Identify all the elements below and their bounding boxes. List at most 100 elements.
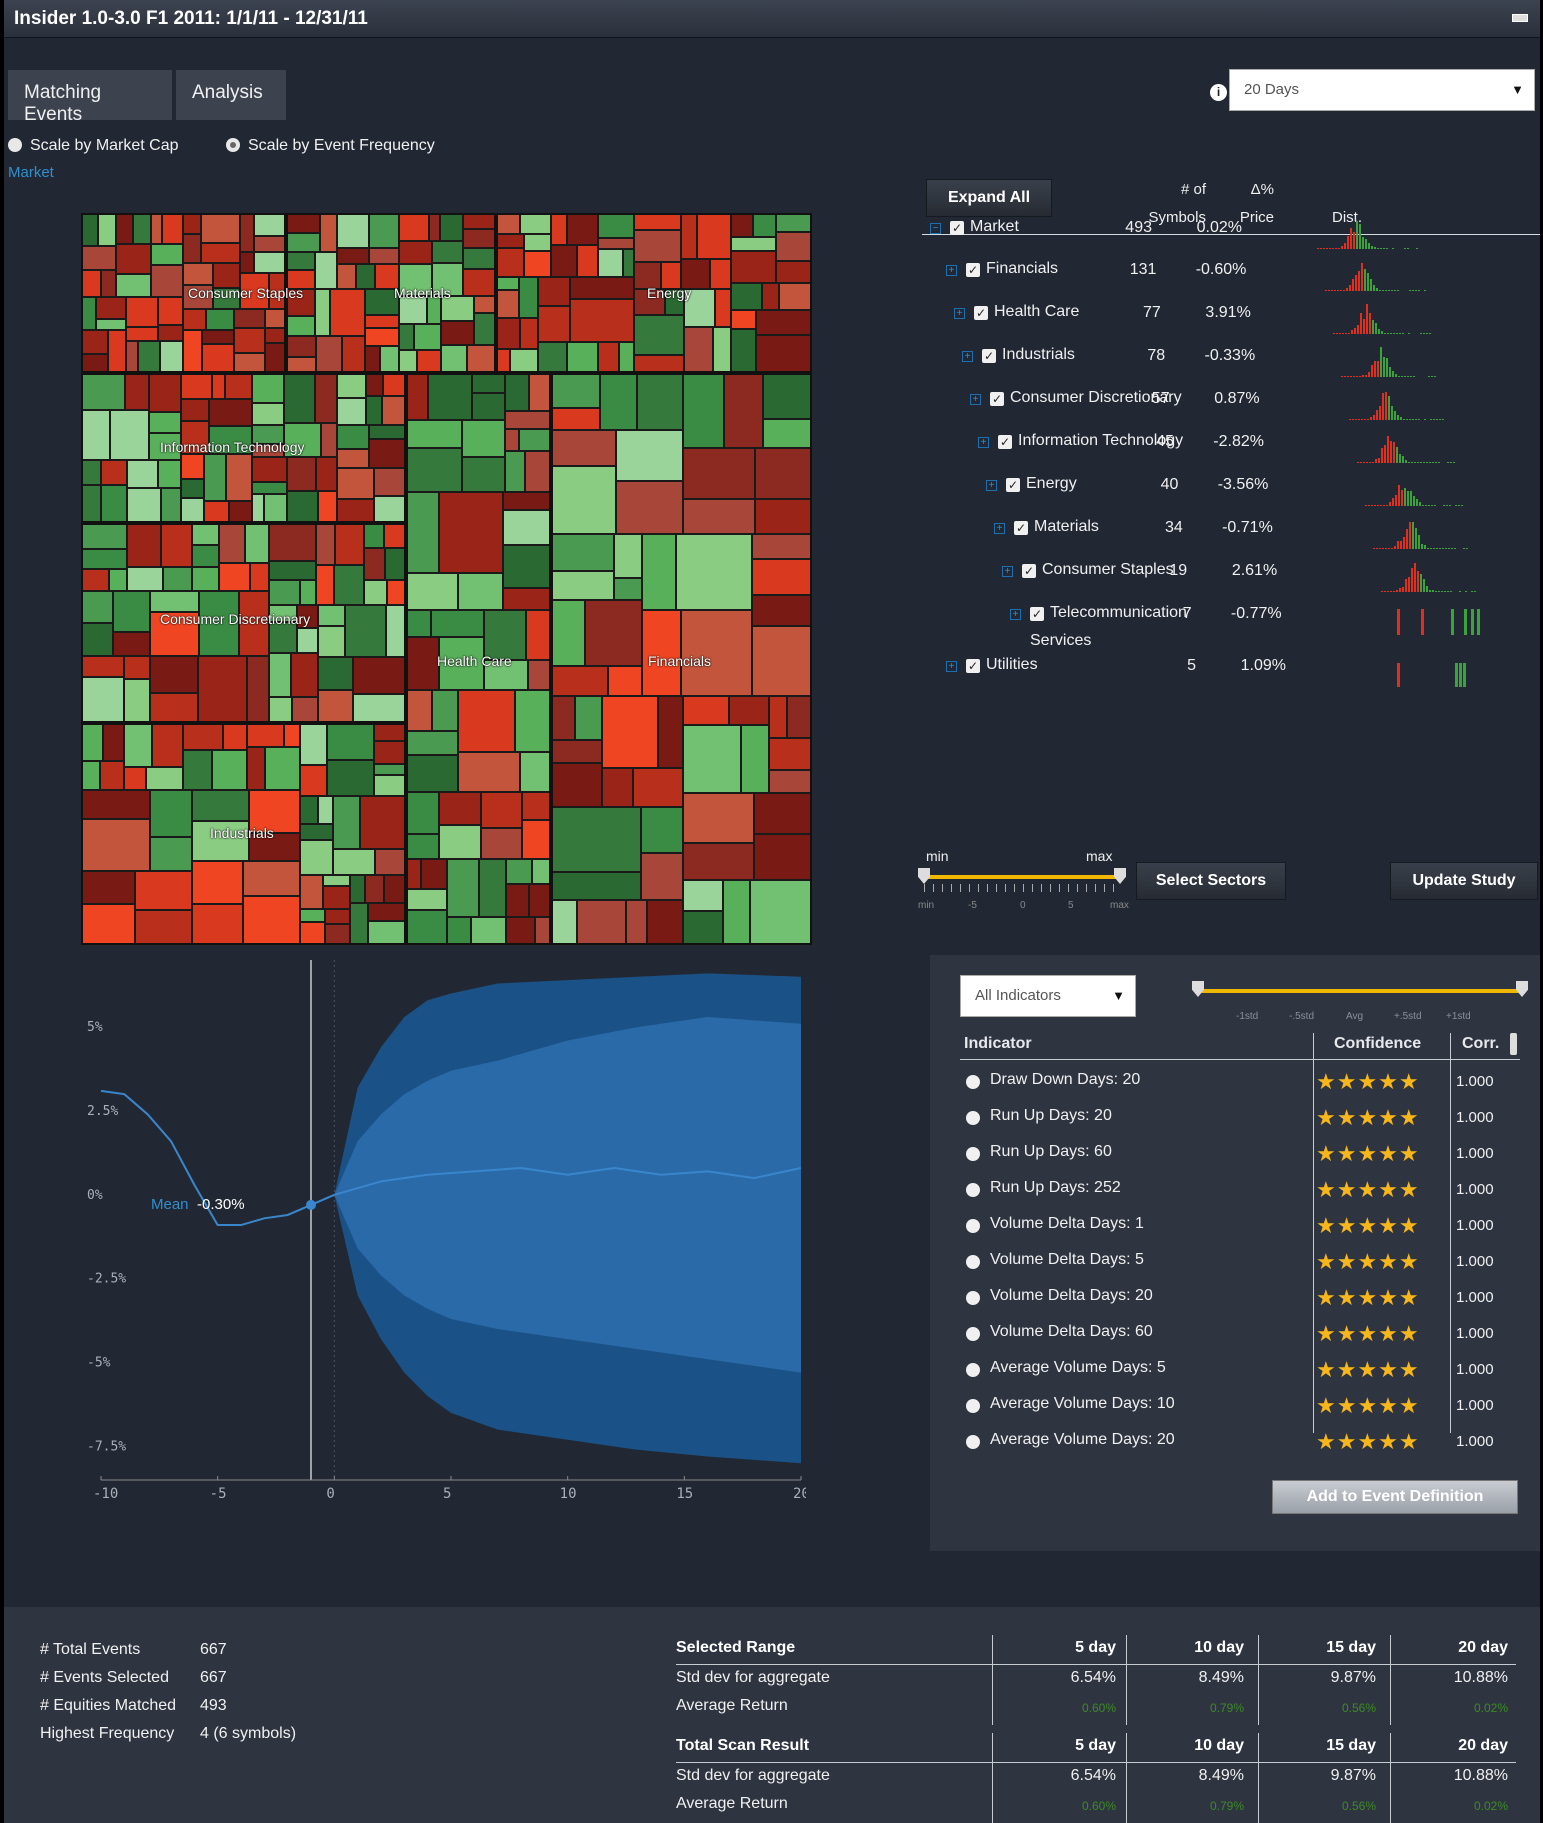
treemap-label-consumer-staples[interactable]: Consumer Staples — [188, 285, 303, 301]
treemap-cell[interactable] — [529, 884, 551, 917]
indicator-row[interactable]: Run Up Days: 20 ★★★★★ 1.000 — [966, 1101, 1526, 1137]
treemap-cell[interactable] — [325, 909, 350, 924]
treemap-cell[interactable] — [192, 790, 249, 821]
treemap-cell[interactable] — [300, 723, 327, 765]
treemap-cell[interactable] — [124, 679, 150, 723]
indicator-row[interactable]: Run Up Days: 60 ★★★★★ 1.000 — [966, 1137, 1526, 1173]
treemap-cell[interactable] — [641, 807, 683, 853]
treemap-cell[interactable] — [81, 819, 150, 871]
treemap-cell[interactable] — [254, 236, 286, 252]
treemap-cell[interactable] — [219, 523, 245, 563]
treemap-cell[interactable] — [386, 605, 406, 657]
radio-icon[interactable] — [966, 1219, 980, 1233]
treemap-cell[interactable] — [300, 840, 333, 875]
treemap-cell[interactable] — [432, 690, 458, 731]
radio-icon[interactable] — [966, 1435, 980, 1449]
treemap-cell[interactable] — [551, 807, 641, 872]
treemap-cell[interactable] — [608, 666, 642, 696]
treemap-cell[interactable] — [337, 425, 369, 449]
treemap-cell[interactable] — [250, 563, 269, 591]
expand-icon[interactable]: + — [970, 394, 981, 405]
tab-matching-events[interactable]: Matching Events — [8, 70, 172, 125]
expand-icon[interactable]: + — [946, 265, 957, 276]
treemap-cell[interactable] — [318, 796, 333, 824]
treemap-cell[interactable] — [265, 328, 286, 343]
treemap-cell[interactable] — [151, 265, 183, 297]
treemap-cell[interactable] — [399, 241, 432, 264]
treemap-cell[interactable] — [192, 567, 219, 591]
treemap-cell[interactable] — [551, 872, 641, 900]
treemap-cell[interactable] — [269, 523, 316, 561]
treemap-cell[interactable] — [505, 411, 551, 429]
treemap-cell[interactable] — [252, 482, 287, 494]
treemap-cell[interactable] — [750, 880, 812, 945]
sector-row[interactable]: + ✓ Financials 131 -0.60% — [922, 259, 1540, 299]
treemap-cell[interactable] — [183, 309, 206, 330]
treemap-cell[interactable] — [183, 723, 223, 750]
treemap-cell[interactable] — [406, 573, 458, 610]
treemap-cell[interactable] — [713, 327, 731, 373]
treemap-cell[interactable] — [439, 825, 481, 859]
sector-row[interactable]: + ✓ Materials 34 -0.71% — [922, 517, 1540, 557]
treemap-cell[interactable] — [551, 666, 608, 696]
indicator-row[interactable]: Volume Delta Days: 5 ★★★★★ 1.000 — [966, 1245, 1526, 1281]
treemap-cell[interactable] — [472, 393, 505, 420]
treemap-cell[interactable] — [81, 523, 127, 549]
checkbox-checked-icon[interactable]: ✓ — [990, 392, 1004, 406]
treemap-cell[interactable] — [243, 896, 300, 945]
treemap-cell[interactable] — [116, 274, 151, 297]
treemap-cell[interactable] — [538, 306, 570, 342]
treemap-cell[interactable] — [127, 460, 158, 488]
treemap-cell[interactable] — [520, 752, 551, 792]
expand-icon[interactable]: + — [994, 523, 1005, 534]
treemap-cell[interactable] — [350, 903, 368, 945]
indicator-row[interactable]: Average Volume Days: 10 ★★★★★ 1.000 — [966, 1389, 1526, 1425]
treemap-cell[interactable] — [265, 343, 286, 373]
radio-icon[interactable] — [966, 1399, 980, 1413]
treemap-cell[interactable] — [365, 875, 384, 903]
treemap-cell[interactable] — [474, 296, 496, 313]
treemap-cell[interactable] — [350, 875, 365, 903]
treemap-cell[interactable] — [383, 373, 406, 396]
treemap-cell[interactable] — [366, 373, 383, 396]
treemap-cell[interactable] — [150, 693, 198, 723]
treemap-cell[interactable] — [116, 244, 151, 274]
treemap-cell[interactable] — [428, 373, 472, 420]
treemap-cell[interactable] — [369, 439, 406, 468]
treemap-cell[interactable] — [524, 251, 551, 277]
add-to-event-definition-button[interactable]: Add to Event Definition — [1272, 1480, 1518, 1514]
treemap-cell[interactable] — [300, 922, 325, 945]
treemap-cell[interactable] — [633, 768, 683, 807]
treemap-cell[interactable] — [337, 468, 374, 499]
treemap-cell[interactable] — [676, 534, 752, 610]
treemap-cell[interactable] — [683, 448, 755, 499]
treemap-cell[interactable] — [503, 492, 551, 510]
checkbox-checked-icon[interactable]: ✓ — [998, 435, 1012, 449]
treemap-cell[interactable] — [762, 283, 779, 310]
treemap-cell[interactable] — [323, 875, 350, 886]
treemap-cell[interactable] — [519, 277, 538, 318]
treemap-cell[interactable] — [462, 420, 505, 457]
treemap-cell[interactable] — [683, 911, 723, 945]
treemap-cell[interactable] — [269, 580, 300, 605]
treemap-cell[interactable] — [364, 580, 387, 605]
treemap-cell[interactable] — [387, 580, 406, 605]
treemap-cell[interactable] — [300, 796, 318, 824]
sector-row[interactable]: + ✓ Industrials 78 -0.33% — [922, 345, 1540, 385]
treemap-cell[interactable] — [496, 248, 524, 277]
treemap-cell[interactable] — [658, 696, 683, 768]
treemap-label-industrials[interactable]: Industrials — [210, 825, 274, 841]
treemap-cell[interactable] — [520, 213, 551, 234]
treemap-cell[interactable] — [515, 690, 551, 752]
scrollbar[interactable] — [1510, 1033, 1517, 1055]
treemap-cell[interactable] — [731, 329, 756, 373]
treemap-cell[interactable] — [219, 563, 250, 591]
treemap-cell[interactable] — [697, 213, 731, 259]
treemap-cell[interactable] — [100, 761, 124, 790]
treemap-cell[interactable] — [551, 600, 585, 666]
treemap-cell[interactable] — [522, 820, 551, 859]
treemap-cell[interactable] — [384, 523, 406, 548]
treemap-cell[interactable] — [731, 213, 753, 237]
treemap-cell[interactable] — [458, 573, 503, 610]
treemap-cell[interactable] — [81, 591, 113, 623]
